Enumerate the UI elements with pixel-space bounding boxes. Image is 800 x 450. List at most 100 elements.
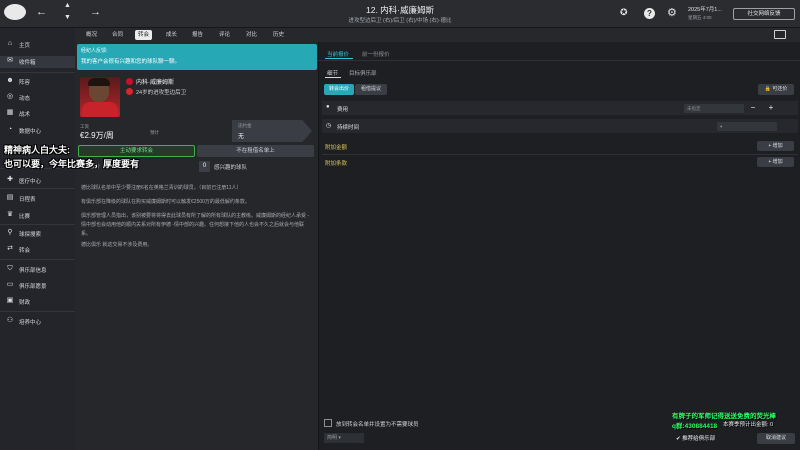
sidebar-item-development[interactable]: ⚇ 培养中心 — [0, 316, 75, 328]
cancel-suggestion-button[interactable]: 取消建议 — [757, 433, 795, 444]
sidebar-item-calendar[interactable]: ▤ 日程表 — [0, 193, 75, 205]
sidebar-item-vision[interactable]: ▭ 俱乐部愿景 — [0, 280, 75, 292]
decrement-button[interactable]: − — [748, 103, 758, 113]
note-agent: 俱乐部管理人员指出，该别被要将将得去此球员有所了解的所有球队的主教练。威廉姆斯的… — [81, 213, 310, 237]
card-view-icon[interactable] — [774, 30, 786, 39]
sidebar-item-home[interactable]: ⌂ 主页 — [0, 39, 75, 51]
tab-current-offer[interactable]: 当前报价 — [327, 50, 349, 58]
divider — [322, 154, 798, 155]
add-fee-button[interactable]: + 增加 — [757, 141, 794, 151]
tab-contract[interactable]: 合同 — [109, 30, 126, 40]
request-transfer-button[interactable]: 主动要求转会 — [78, 145, 195, 157]
sidebar-item-inbox[interactable]: ✉ 收件箱 — [0, 56, 75, 68]
tab-overview[interactable]: 概况 — [83, 30, 100, 40]
stream-chat-message: 也可以要，今年比赛多，厚度要有 — [4, 159, 140, 169]
duration-select[interactable]: ▾ — [717, 122, 777, 131]
stream-banner-line1: 有牌子的军师记得送送免费的荧光棒 — [672, 413, 776, 420]
loan-offer-pill[interactable]: 租借提议 — [355, 84, 387, 95]
sidebar-item-dynamics[interactable]: ◎ 动态 — [0, 92, 75, 104]
add-clause-label: 附加条款 — [325, 161, 348, 167]
club-logo-icon[interactable] — [4, 4, 26, 20]
tab-development[interactable]: 成长 — [163, 30, 180, 40]
player-hair — [88, 78, 110, 86]
home-icon: ⌂ — [7, 40, 13, 47]
release-clause-value: 无 — [238, 134, 245, 140]
subtab-underline — [325, 77, 341, 78]
transfer-icon: ⇄ — [7, 245, 13, 252]
sidebar-item-tactics[interactable]: ▦ 战术 — [0, 108, 75, 120]
negotiable-button[interactable]: 🔒 可还价 — [758, 84, 794, 95]
tab-previous-offer[interactable]: 前一份报价 — [362, 50, 390, 58]
back-arrow-icon[interactable]: ← — [36, 6, 47, 18]
clock-icon: ◷ — [326, 123, 332, 129]
tab-transfer[interactable]: 转会 — [135, 30, 153, 40]
divider — [318, 60, 800, 61]
lightbulb-icon[interactable]: ✪ — [620, 7, 628, 18]
sidebar-item-transfers[interactable]: ⇄ 转会 — [0, 244, 75, 256]
interested-label: 感兴趣的球队 — [214, 165, 248, 171]
game-date: 2025年7月1... — [688, 7, 722, 13]
chevron-up-icon[interactable]: ▲ — [64, 2, 71, 9]
transfer-offer-pill[interactable]: 转会出价 — [324, 84, 354, 95]
forward-arrow-icon[interactable]: → — [90, 6, 101, 18]
stream-banner-line2: q群:430884418 — [672, 423, 718, 430]
player-description: 24岁的进攻型边后卫 — [136, 90, 187, 96]
squad-icon: ☻ — [6, 77, 14, 84]
sidebar-item-club-info[interactable]: ⛉ 俱乐部信息 — [0, 264, 75, 276]
recommend-to-club-button[interactable]: ✔ 推荐给俱乐部 — [676, 434, 715, 442]
player-name[interactable]: 内科·威廉姆斯 — [136, 77, 174, 86]
add-fee-label: 附加金额 — [325, 145, 348, 151]
subtab-details[interactable]: 细节 — [327, 69, 338, 77]
loan-list-button[interactable]: 不在租借名单上 — [197, 145, 314, 157]
player-shirt — [82, 102, 118, 117]
social-feedback-button[interactable]: 社交网络反馈 — [733, 8, 795, 20]
duration-row: ◷ 持续时间 ▾ — [322, 119, 798, 133]
tabs-bar: 概况 合同 转会 成长 报告 评论 对比 历史 — [75, 28, 800, 42]
sidebar: ⌂ 主页 ✉ 收件箱 ☻ 阵容 ◎ 动态 ▦ 战术 ◔ 数据中心 ✚ 医疗中心 ▤ 日程表 ♛ 比… — [0, 28, 75, 450]
season-budget-text: 本赛季预计出金额: 0 — [723, 422, 774, 428]
notes-select[interactable]: 简明 ▾ — [324, 433, 364, 443]
development-icon: ⚇ — [6, 317, 14, 324]
game-time: 星期五 4:00 — [688, 15, 712, 20]
release-clause-label: 违约金 — [238, 123, 252, 128]
wage-value: €2.9万/周 — [80, 131, 114, 140]
interested-count[interactable]: 0 — [199, 161, 210, 172]
add-clause-button[interactable]: + 增加 — [757, 157, 794, 167]
dynamics-icon: ◎ — [6, 93, 14, 100]
chevron-down-icon[interactable]: ▼ — [64, 14, 71, 21]
help-icon[interactable]: ? — [644, 8, 655, 19]
sidebar-item-squad[interactable]: ☻ 阵容 — [0, 76, 75, 88]
fee-select[interactable]: 未指定 — [684, 104, 744, 113]
tab-history[interactable]: 历史 — [270, 30, 287, 40]
club-info-icon: ⛉ — [7, 265, 13, 272]
data-icon: ◔ — [7, 126, 13, 133]
note-release-clause: 有俱乐部在降级的球队在购买威廉姆斯时可以触发€2500万的最低解约条款。 — [81, 199, 250, 205]
medical-icon: ✚ — [7, 176, 13, 183]
scouting-icon: ⚲ — [7, 229, 13, 236]
banner-text: 我的客户会很有兴趣和您的球队聊一聊。 — [81, 59, 181, 65]
note-homegrown: 德比球队名单中至少要注册6名在英格兰青训的球员。（目前已注册11人） — [81, 185, 242, 191]
sidebar-item-scouting[interactable]: ⚲ 球探搜索 — [0, 228, 75, 240]
sidebar-item-finances[interactable]: ▣ 财政 — [0, 296, 75, 308]
sidebar-item-medical[interactable]: ✚ 医疗中心 — [0, 175, 75, 187]
increment-button[interactable]: + — [766, 103, 776, 113]
page-title: 12. 内科·威廉姆斯 — [365, 5, 434, 15]
finance-icon: ▣ — [6, 297, 14, 304]
transfer-list-checkbox[interactable] — [324, 419, 332, 427]
trophy-icon: ♛ — [6, 211, 14, 218]
stream-chat-name: 精神病人白大夫: — [4, 145, 70, 155]
tab-compare[interactable]: 对比 — [243, 30, 260, 40]
tab-comments[interactable]: 评论 — [216, 30, 233, 40]
sidebar-item-competitions[interactable]: ♛ 比赛 — [0, 210, 75, 222]
wage-unit: 预计 — [150, 130, 159, 135]
note-fee: 德比俱乐 就这交易不涉及费用。 — [81, 242, 153, 248]
tab-reports[interactable]: 报告 — [189, 30, 206, 40]
transfer-list-checkbox-label: 放到转会名单并设置为不需要球员 — [336, 422, 419, 428]
sidebar-item-data[interactable]: ◔ 数据中心 — [0, 125, 75, 137]
page-subtitle: 进攻型边后卫 (右)/后卫 (右)/中场 (右)·德比 — [348, 18, 452, 24]
subtab-target-club[interactable]: 目标俱乐部 — [349, 69, 377, 77]
fee-row: ● 费用 未指定 − + — [322, 101, 798, 115]
calendar-icon: ▤ — [6, 194, 14, 201]
gear-icon[interactable]: ⚙ — [667, 6, 677, 19]
club-badge-icon — [126, 78, 133, 85]
